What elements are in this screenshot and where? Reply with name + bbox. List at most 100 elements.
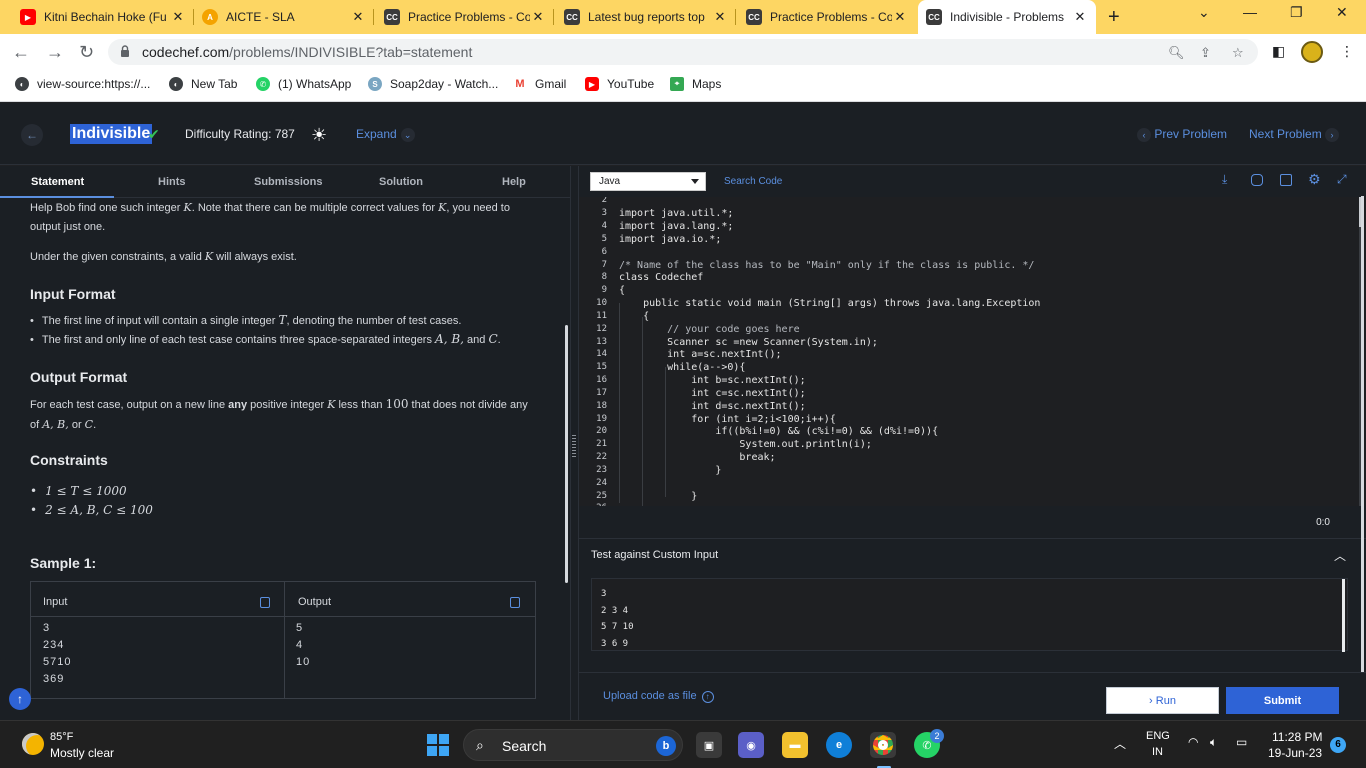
close-tab-icon[interactable]: ✕ [1072,9,1088,25]
battery-icon[interactable]: ▭ [1236,735,1247,749]
language-indicator[interactable]: ENG [1146,730,1170,742]
tab-hints[interactable]: Hints [158,176,186,188]
code-line: int b=sc.nextInt(); [619,375,806,386]
theme-toggle-icon[interactable]: ☀ [311,125,327,146]
custom-input-scrollbar[interactable] [1342,579,1345,652]
input-format-item: The first and only line of each test cas… [30,332,501,346]
profile-avatar[interactable] [1301,41,1323,63]
upload-file-link[interactable]: Upload code as file ↑ [603,690,714,703]
close-tab-icon[interactable]: ✕ [712,9,728,25]
submit-button[interactable]: Submit [1226,687,1339,714]
clock-time[interactable]: 11:28 PM [1272,730,1322,744]
close-tab-icon[interactable]: ✕ [170,9,186,25]
chevron-up-icon[interactable]: ︿ [1334,547,1346,564]
language-select[interactable]: Java [590,172,706,191]
settings-icon[interactable]: ⚙ [1308,171,1321,187]
bookmark-item[interactable]: ✆ (1) WhatsApp [256,77,351,91]
download-icon[interactable]: ⤓ [1222,172,1234,186]
sample-input-heading: Input [43,596,68,608]
sample-table: Input Output 3 234 5710 369 5 4 10 [30,581,536,699]
windows-start-icon[interactable] [427,734,449,756]
wifi-icon[interactable]: ◠ [1188,735,1198,749]
run-button[interactable]: › Run [1106,687,1219,714]
side-panel-icon[interactable]: ◧ [1272,43,1285,60]
problem-title: Indivisible [70,124,153,144]
bookmark-item[interactable]: S Soap2day - Watch... [368,77,498,91]
table-divider [31,616,535,617]
search-code-link[interactable]: Search Code [724,176,782,187]
tab-statement[interactable]: Statement [31,176,84,188]
bookmark-item[interactable]: M Gmail [513,77,566,91]
prev-problem-link[interactable]: ‹ Prev Problem [1137,127,1227,142]
windows-taskbar: 85°F Mostly clear ⌕ Search b ▣ ◉ ▬ e ✆ ︿… [0,720,1366,768]
tab-help[interactable]: Help [502,176,526,188]
code-line: int a=sc.nextInt(); [619,349,782,360]
forward-icon[interactable]: → [46,42,64,63]
tab-solution[interactable]: Solution [379,176,423,188]
share-icon[interactable]: ⇪ [1200,45,1211,61]
solved-check-icon: ✔ [148,126,160,142]
browser-tab[interactable]: CC Practice Problems - Co ✕ [738,0,916,34]
statement-tabs: Statement Hints Submissions Solution Hel… [0,166,570,198]
code-line: public static void main (String[] args) … [619,298,1041,309]
new-tab-button[interactable]: + [1108,6,1120,29]
bookmark-item[interactable]: ▶ YouTube [585,77,654,91]
show-hidden-icons[interactable]: ︿ [1114,735,1126,752]
search-icon: ⌕ [476,737,484,753]
close-window-icon[interactable]: ✕ [1336,4,1348,21]
code-line: while(a-->0){ [619,362,746,373]
back-icon[interactable]: ← [12,42,30,63]
browser-tab[interactable]: ▶ Kitni Bechain Hoke (Fu ✕ [12,0,194,34]
reload-icon[interactable]: ↻ [79,42,94,63]
notification-badge[interactable]: 6 [1330,737,1346,753]
line-number: 9 [601,285,607,295]
custom-input-field[interactable]: 3 2 3 4 5 7 10 3 6 9 [591,578,1348,652]
code-editor[interactable]: 2 3 4 5 6 7 8 9 10 11 12 13 14 15 16 17 … [579,197,1366,506]
scroll-to-top-button[interactable]: ↑ [9,688,31,710]
teams-icon[interactable]: ◉ [738,732,764,758]
resize-grip-icon[interactable] [572,435,576,459]
restore-icon[interactable]: ❐ [1290,4,1303,21]
zoom-icon[interactable]: 🔍︎ [1168,45,1185,61]
browser-tab-active[interactable]: CC Indivisible - Problems ✕ [918,0,1096,34]
statement-panel: Statement Hints Submissions Solution Hel… [0,166,570,720]
comment-icon[interactable] [1251,174,1263,186]
save-icon[interactable] [1280,174,1292,186]
browser-tab[interactable]: CC Practice Problems - Co ✕ [376,0,554,34]
next-problem-link[interactable]: Next Problem › [1249,127,1340,142]
page-scrollbar[interactable] [1361,196,1364,672]
copy-icon[interactable] [260,597,270,608]
browser-tab[interactable]: CC Latest bug reports top ✕ [556,0,736,34]
menu-icon[interactable]: ⋮ [1340,43,1354,60]
copy-icon[interactable] [510,597,520,608]
minimize-icon[interactable]: — [1243,4,1257,20]
bing-icon[interactable]: b [656,736,676,756]
clock-date[interactable]: 19-Jun-23 [1268,746,1322,760]
file-explorer-icon[interactable]: ▬ [782,732,808,758]
taskbar-search[interactable]: ⌕ Search b [463,729,683,761]
line-number: 13 [596,337,607,347]
constraints-heading: Constraints [30,452,108,468]
back-arrow-icon[interactable]: ← [21,124,43,146]
bookmark-item[interactable]: ◐ view-source:https://... [15,77,150,91]
expand-button[interactable]: Expand ⌄ [356,127,415,142]
browser-tab[interactable]: A AICTE - SLA ✕ [194,0,374,34]
close-tab-icon[interactable]: ✕ [530,9,546,25]
edge-icon[interactable]: e [826,732,852,758]
tab-search-icon[interactable]: ⌄ [1198,4,1210,21]
bookmark-star-icon[interactable]: ☆ [1232,45,1244,61]
task-view-icon[interactable]: ▣ [696,732,722,758]
chrome-icon[interactable] [870,732,896,758]
address-bar[interactable]: codechef.com/problems/INDIVISIBLE?tab=st… [108,39,1258,65]
tab-submissions[interactable]: Submissions [254,176,322,188]
close-tab-icon[interactable]: ✕ [892,9,908,25]
fullscreen-icon[interactable]: ⤢ [1337,172,1349,186]
close-tab-icon[interactable]: ✕ [350,9,366,25]
globe-icon: ◐ [169,77,183,91]
bookmark-item[interactable]: ⌖ Maps [670,77,721,91]
code-line: import java.util.*; [619,208,734,219]
custom-input-header[interactable]: Test against Custom Input ︿ [579,538,1366,572]
volume-icon[interactable]: 🔈︎ [1210,735,1217,750]
bookmark-item[interactable]: ◐ New Tab [169,77,237,91]
statement-scrollbar[interactable] [565,325,568,583]
